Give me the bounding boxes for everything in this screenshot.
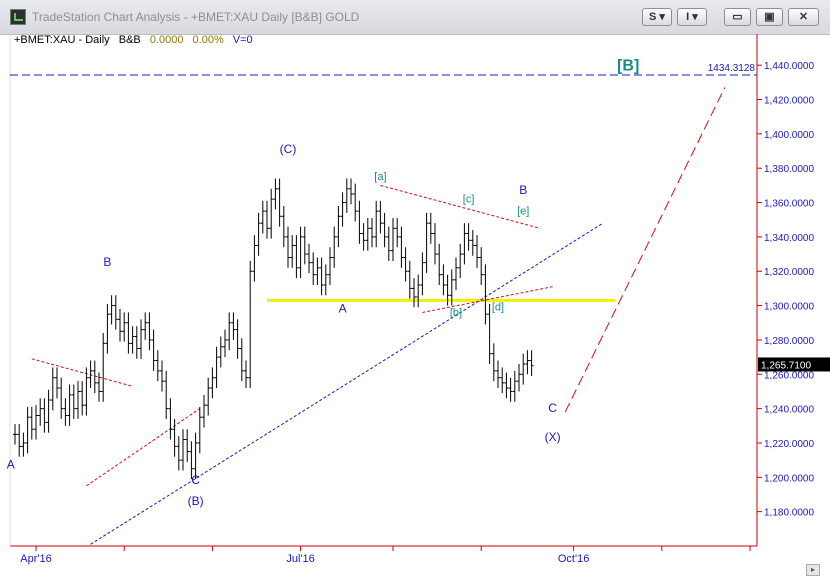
current-price-label: 1,265.7100: [761, 360, 811, 371]
trend-line-rising-blue: [90, 222, 604, 545]
wave-label: (B): [188, 494, 204, 508]
wave-label: [d]: [492, 302, 504, 314]
y-tick-label: 1,260.0000: [764, 370, 814, 381]
wave-label: B: [103, 255, 111, 269]
x-tick-label: Jul'16: [286, 553, 314, 565]
y-tick-label: 1,300.0000: [764, 302, 814, 313]
y-tick-label: 1,200.0000: [764, 473, 814, 484]
wave-label: [a]: [374, 171, 386, 183]
x-tick-label: Oct'16: [558, 553, 589, 565]
wave-label: A: [7, 458, 15, 472]
y-tick-label: 1,220.0000: [764, 439, 814, 450]
projection-line: [564, 87, 726, 413]
y-tick-label: 1,340.0000: [764, 233, 814, 244]
wave-label: A: [339, 301, 347, 315]
wave-label: (X): [545, 430, 561, 444]
y-tick-label: 1,360.0000: [764, 199, 814, 210]
y-tick-label: 1,400.0000: [764, 130, 814, 141]
x-tick-label: Apr'16: [20, 553, 51, 565]
wave-label: B: [519, 183, 527, 197]
y-tick-label: 1,320.0000: [764, 267, 814, 278]
wave-label: [B]: [617, 57, 639, 74]
wave-label: C: [548, 401, 557, 415]
y-tick-label: 1,440.0000: [764, 61, 814, 72]
wave-label: [e]: [517, 206, 529, 218]
scroll-right-button[interactable]: ▸: [806, 564, 820, 576]
level-line-label: 1434.3128: [708, 63, 756, 74]
wave-label: [c]: [463, 194, 475, 206]
y-tick-label: 1,180.0000: [764, 508, 814, 519]
wave-label: [b]: [450, 307, 462, 319]
wave-label: C: [191, 473, 200, 487]
y-tick-label: 1,240.0000: [764, 405, 814, 416]
wave-label: (C): [280, 142, 297, 156]
y-tick-label: 1,280.0000: [764, 336, 814, 347]
y-tick-label: 1,380.0000: [764, 164, 814, 175]
y-tick-label: 1,420.0000: [764, 96, 814, 107]
price-chart[interactable]: Apr'16 Jul'16 Oct'16 1,180.0000 1,200.0000 1,…: [0, 0, 830, 576]
trend-line-upper-right: [380, 184, 541, 229]
